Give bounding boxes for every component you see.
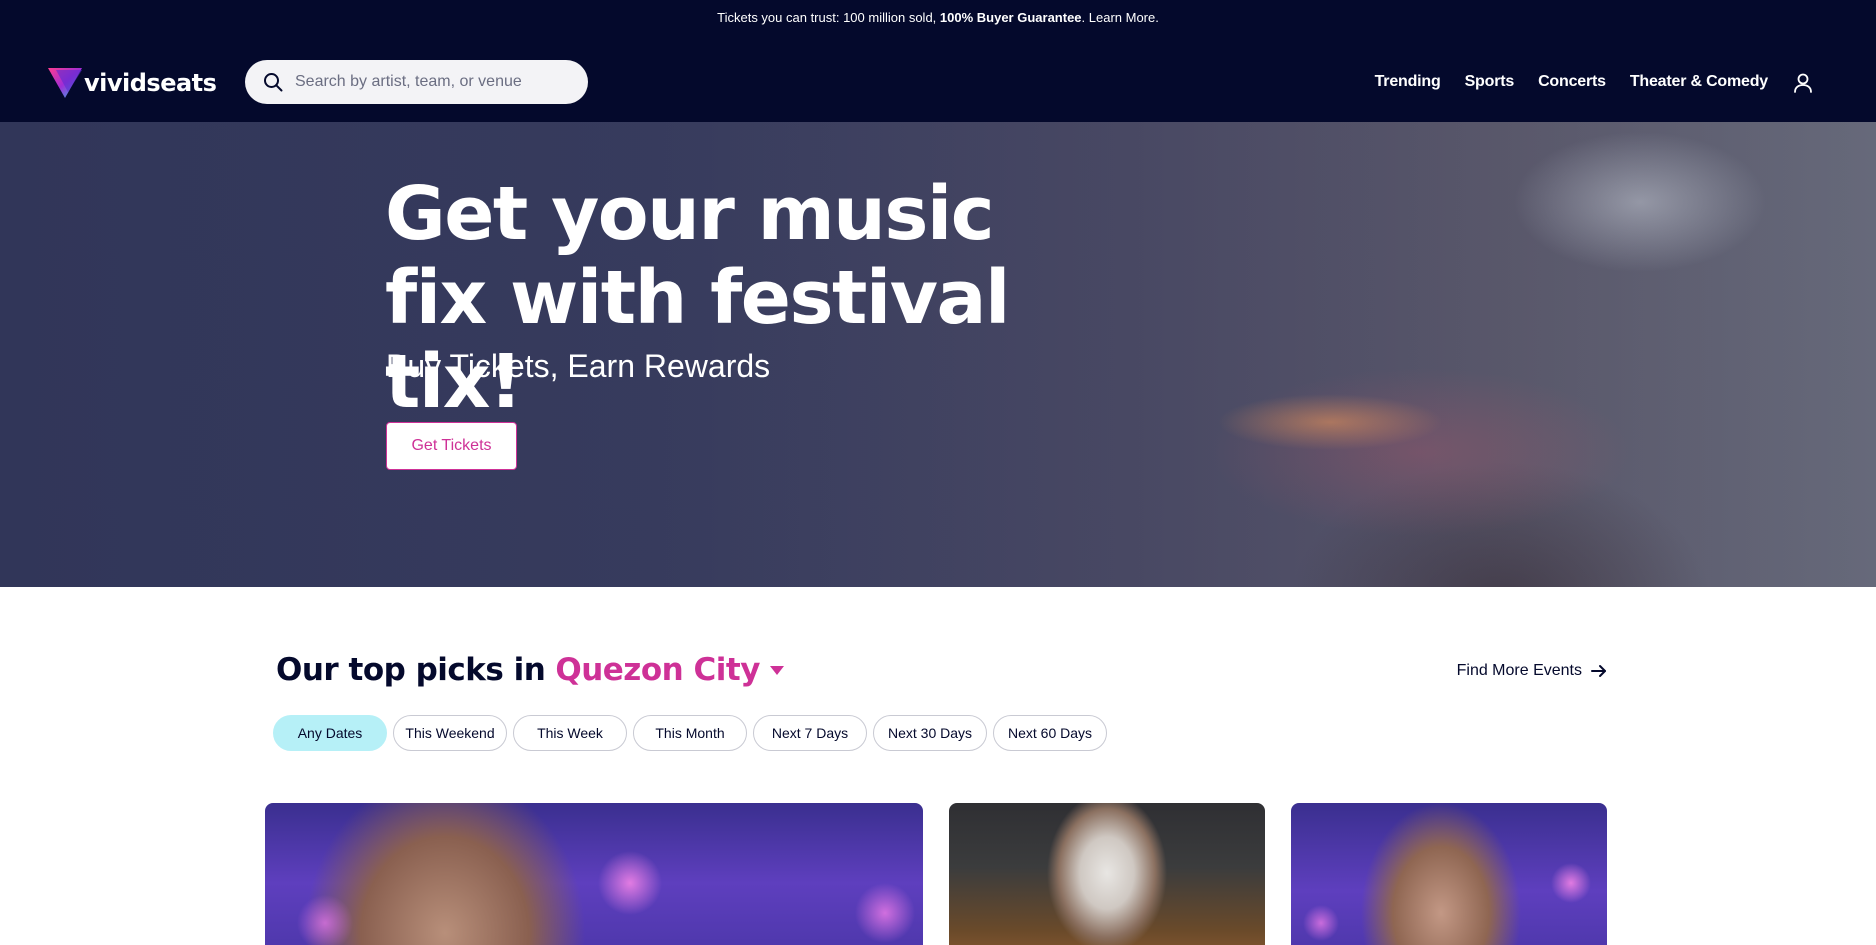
date-filter-chips: Any Dates This Weekend This Week This Mo… <box>273 715 1107 751</box>
chip-this-month[interactable]: This Month <box>633 715 747 751</box>
promo-guarantee: 100% Buyer Guarantee <box>939 10 1082 25</box>
hero-title: Get your music fix with festival tix! <box>385 171 1010 425</box>
top-picks-prefix: Our top picks in <box>276 652 546 688</box>
search-icon <box>264 73 283 92</box>
find-more-events-label: Find More Events <box>1456 662 1582 679</box>
chip-any-dates[interactable]: Any Dates <box>273 715 387 751</box>
city-selector[interactable]: Quezon City <box>555 652 760 688</box>
chip-next-60-days[interactable]: Next 60 Days <box>993 715 1107 751</box>
nav-trending[interactable]: Trending <box>1375 73 1441 91</box>
event-card-image[interactable] <box>949 803 1265 945</box>
hero-subtitle: Buy Tickets, Earn Rewards <box>386 348 771 384</box>
chip-next-30-days[interactable]: Next 30 Days <box>873 715 987 751</box>
user-icon[interactable] <box>1792 72 1814 94</box>
chip-this-week[interactable]: This Week <box>513 715 627 751</box>
chip-this-weekend[interactable]: This Weekend <box>393 715 507 751</box>
logo-wordmark: vividseats <box>84 69 217 97</box>
site-header: Tickets you can trust: 100 million sold,… <box>0 0 1876 122</box>
nav-theater-comedy[interactable]: Theater & Comedy <box>1630 73 1768 91</box>
top-picks-heading: Our top picks in Quezon City <box>276 652 784 688</box>
main-nav: Trending Sports Concerts Theater & Comed… <box>1375 70 1769 94</box>
nav-concerts[interactable]: Concerts <box>1538 73 1606 91</box>
hero-banner: Get your music fix with festival tix! Bu… <box>0 122 1876 587</box>
caret-down-icon[interactable] <box>769 665 784 675</box>
search-input[interactable] <box>295 73 565 91</box>
event-card-image[interactable] <box>1291 803 1607 945</box>
promo-text: Tickets you can trust: 100 million sold, <box>717 10 940 25</box>
arrow-right-icon <box>1591 665 1606 677</box>
search-bar[interactable] <box>245 60 588 104</box>
chip-next-7-days[interactable]: Next 7 Days <box>753 715 867 751</box>
promo-banner[interactable]: Tickets you can trust: 100 million sold,… <box>0 0 1876 36</box>
find-more-events-link[interactable]: Find More Events <box>1457 662 1608 680</box>
logo-mark-icon <box>48 68 82 98</box>
nav-sports[interactable]: Sports <box>1465 73 1515 91</box>
get-tickets-button[interactable]: Get Tickets <box>386 422 517 470</box>
event-card-image[interactable] <box>265 803 923 945</box>
promo-learn-more[interactable]: . Learn More. <box>1082 10 1159 25</box>
vividseats-logo[interactable]: vividseats <box>48 66 217 100</box>
